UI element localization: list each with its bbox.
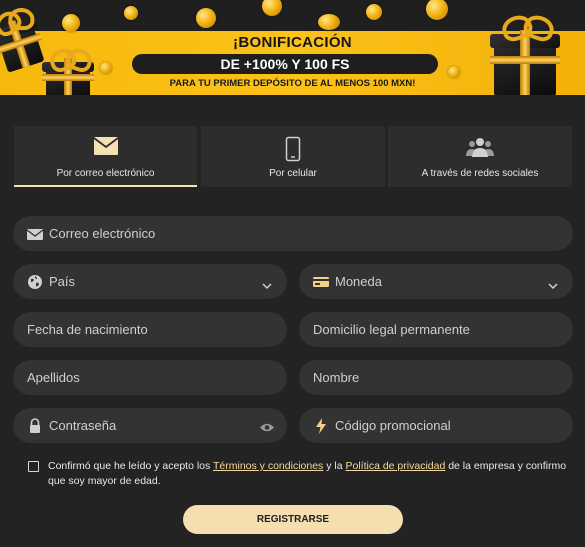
phone-icon [285,136,301,167]
birthdate-field[interactable]: Fecha de nacimiento [13,312,287,347]
name-field[interactable]: Nombre [299,360,573,395]
tab-phone[interactable]: Por celular [201,126,385,187]
currency-select[interactable]: Moneda [299,264,573,299]
gift-box-icon [42,45,95,95]
surname-field[interactable]: Apellidos [13,360,287,395]
coin-decoration [448,66,460,78]
password-placeholder: Contraseña [49,418,117,433]
promo-banner: ¡BONIFICACIÓN DE +100% Y 100 FS PARA TU … [0,0,585,95]
email-field[interactable]: Correo electrónico [13,216,573,251]
envelope-icon [26,225,44,243]
coin-decoration [262,0,282,16]
banner-title: ¡BONIFICACIÓN [233,34,352,51]
privacy-link[interactable]: Política de privacidad [345,460,445,472]
tab-social-label: A través de redes sociales [421,168,539,179]
consent-text-part: y la [323,460,346,472]
coin-decoration [366,4,382,20]
lock-icon [26,417,44,435]
birthdate-placeholder: Fecha de nacimiento [27,322,148,337]
tab-email[interactable]: Por correo electrónico [14,126,197,187]
surname-placeholder: Apellidos [27,370,80,385]
promo-code-placeholder: Código promocional [335,418,451,433]
tab-email-label: Por correo electrónico [56,168,155,179]
banner-offer: DE +100% Y 100 FS [132,54,438,74]
coin-decoration [100,62,112,74]
coin-decoration [318,14,340,30]
chevron-down-icon [548,277,558,295]
terms-link[interactable]: Términos y condiciones [213,460,323,472]
coin-decoration [426,0,448,20]
address-field[interactable]: Domicilio legal permanente [299,312,573,347]
envelope-icon [92,136,119,161]
registration-method-tabs: Por correo electrónico Por celular A tra… [14,126,572,187]
eye-icon[interactable] [259,420,275,438]
tab-phone-label: Por celular [269,168,317,179]
lightning-icon [312,417,330,435]
banknote-icon [312,273,330,291]
consent-checkbox[interactable] [28,461,39,472]
name-placeholder: Nombre [313,370,360,385]
address-placeholder: Domicilio legal permanente [313,322,470,337]
tab-social[interactable]: A través de redes sociales [388,126,572,187]
coin-decoration [124,6,138,20]
coin-decoration [62,14,80,32]
country-placeholder: País [49,274,76,289]
email-placeholder: Correo electrónico [49,226,156,241]
globe-icon [26,273,44,291]
country-select[interactable]: País [13,264,287,299]
banner-subtitle: PARA TU PRIMER DEPÓSITO DE AL MENOS 100 … [169,78,416,89]
users-icon [466,136,494,163]
password-field[interactable]: Contraseña [13,408,287,443]
coin-decoration [196,8,216,28]
consent-text-part: Confirmó que he leído y acepto los [48,460,213,472]
currency-placeholder: Moneda [335,274,382,289]
consent-text: Confirmó que he leído y acepto los Térmi… [48,459,568,489]
register-button[interactable]: REGISTRARSE [183,505,403,534]
chevron-down-icon [262,277,272,295]
promo-code-field[interactable]: Código promocional [299,408,573,443]
